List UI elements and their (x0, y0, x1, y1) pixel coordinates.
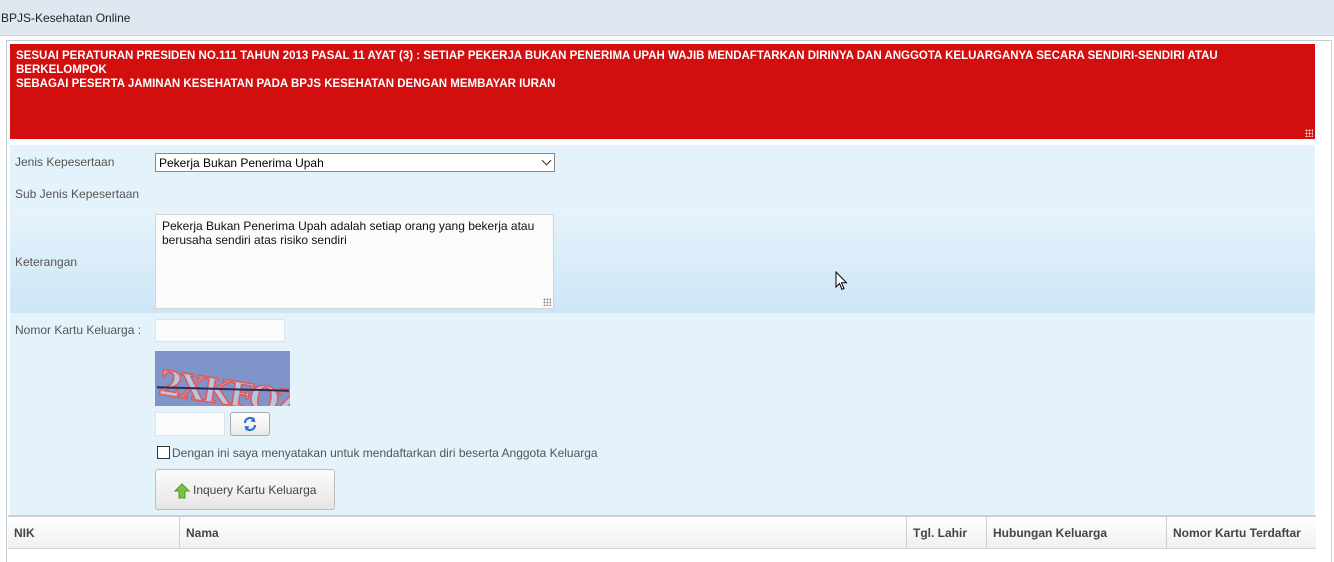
window-titlebar: BPJS-Kesehatan Online (0, 0, 1334, 36)
sub-jenis-kepesertaan-label: Sub Jenis Kepesertaan (15, 187, 140, 201)
keterangan-text: Pekerja Bukan Penerima Upah adalah setia… (162, 219, 535, 247)
jenis-kepesertaan-label: Jenis Kepesertaan (15, 155, 115, 169)
inquery-button-label: Inquery Kartu Keluarga (193, 483, 317, 497)
nomor-kartu-keluarga-label: Nomor Kartu Keluarga : (15, 323, 142, 337)
mouse-cursor-icon (835, 271, 848, 291)
nomor-kartu-keluarga-input[interactable] (155, 319, 285, 342)
resize-grip-icon[interactable] (1305, 129, 1313, 137)
keterangan-textarea[interactable]: Pekerja Bukan Penerima Upah adalah setia… (155, 214, 554, 309)
captcha-input[interactable] (155, 412, 225, 436)
column-header-nama[interactable]: Nama (180, 517, 907, 548)
captcha-text: 2XKFQZ (155, 362, 290, 406)
refresh-icon (243, 416, 257, 432)
jenis-kepesertaan-value: Pekerja Bukan Penerima Upah (159, 156, 324, 170)
column-header-tgl-lahir[interactable]: Tgl. Lahir (907, 517, 987, 548)
resize-grip-icon[interactable] (543, 298, 551, 306)
arrow-up-icon (174, 483, 190, 499)
consent-checkbox[interactable] (157, 446, 170, 459)
chevron-down-icon (541, 155, 552, 166)
column-header-hubungan-keluarga[interactable]: Hubungan Keluarga (987, 517, 1167, 548)
window-title: BPJS-Kesehatan Online (1, 11, 131, 25)
regulation-notice: SESUAI PERATURAN PRESIDEN NO.111 TAHUN 2… (10, 44, 1315, 139)
column-header-nomor-kartu-terdaftar[interactable]: Nomor Kartu Terdaftar (1167, 517, 1316, 548)
notice-text-line1: SESUAI PERATURAN PRESIDEN NO.111 TAHUN 2… (16, 50, 1218, 76)
jenis-kepesertaan-select[interactable]: Pekerja Bukan Penerima Upah (155, 153, 555, 172)
keterangan-label: Keterangan (15, 255, 78, 269)
notice-text-line2: SEBAGAI PESERTA JAMINAN KESEHATAN PADA B… (16, 78, 556, 90)
column-header-nik[interactable]: NIK (8, 517, 180, 548)
inquery-kartu-keluarga-button[interactable]: Inquery Kartu Keluarga (155, 469, 335, 510)
family-members-table-header: NIK Nama Tgl. Lahir Hubungan Keluarga No… (8, 515, 1316, 549)
consent-label: Dengan ini saya menyatakan untuk mendaft… (172, 446, 598, 460)
captcha-image: 2XKFQZ (155, 351, 290, 406)
refresh-captcha-button[interactable] (230, 412, 270, 436)
